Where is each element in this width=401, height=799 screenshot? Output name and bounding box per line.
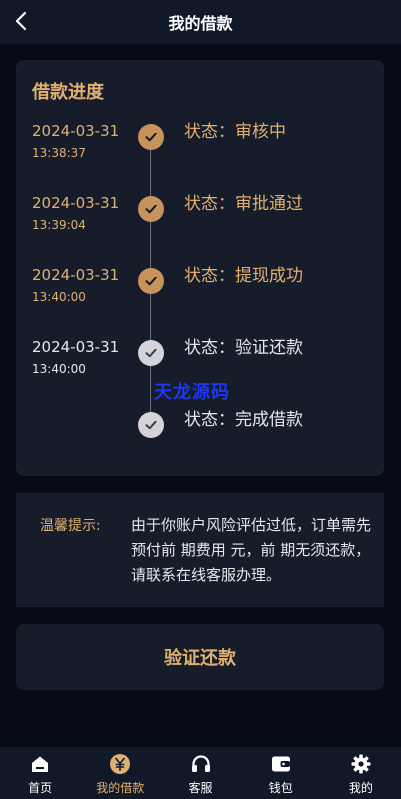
step-time: 13:40:00 — [32, 362, 86, 376]
header-bar: 我的借款 — [0, 0, 401, 44]
progress-title: 借款进度 — [32, 82, 104, 103]
home-icon — [29, 753, 51, 775]
tab-my-loan[interactable]: 我的借款 — [80, 747, 160, 799]
tab-mine[interactable]: 我的 — [321, 747, 401, 799]
step-time: 13:38:37 — [32, 146, 86, 160]
tab-label: 客服 — [188, 781, 213, 795]
step-status: 状态：提现成功 — [184, 266, 303, 286]
timeline-step: 2024-03-31 13:38:37 状态：审核中 — [16, 122, 384, 172]
check-icon — [138, 268, 164, 294]
tab-home[interactable]: 首页 — [0, 747, 80, 799]
step-date: 2024-03-31 — [32, 338, 120, 356]
headset-icon — [190, 753, 212, 775]
tab-label: 首页 — [28, 781, 53, 795]
step-status: 状态：审核中 — [184, 122, 286, 142]
notice-label: 温馨提示: — [40, 518, 101, 534]
timeline-step: 状态：完成借款 — [16, 410, 384, 460]
progress-card: 借款进度 2024-03-31 13:38:37 状态：审核中 2024-03-… — [16, 60, 384, 476]
notice-text: 由于你账户风险评估过低，订单需先预付前 期费用 元，前 期无须还款，请联系在线客… — [131, 516, 372, 584]
step-status: 状态：验证还款 — [184, 338, 303, 358]
notice-box: 温馨提示: 由于你账户风险评估过低，订单需先预付前 期费用 元，前 期无须还款，… — [16, 493, 384, 607]
step-status: 状态：审批通过 — [184, 194, 303, 214]
check-icon — [138, 196, 164, 222]
check-icon — [138, 124, 164, 150]
watermark-text: 天龙源码 — [154, 382, 230, 403]
step-status: 状态：完成借款 — [184, 410, 303, 430]
timeline-step: 2024-03-31 13:39:04 状态：审批通过 — [16, 194, 384, 244]
step-time: 13:40:00 — [32, 290, 86, 304]
timeline-step: 2024-03-31 13:40:00 状态：提现成功 — [16, 266, 384, 316]
yen-icon — [109, 753, 131, 775]
bottom-tabbar: 首页 我的借款 客服 钱包 我的 — [0, 747, 401, 799]
back-button[interactable] — [8, 8, 34, 34]
check-icon — [138, 340, 164, 366]
chevron-left-icon — [15, 11, 27, 31]
step-date: 2024-03-31 — [32, 122, 120, 140]
step-date: 2024-03-31 — [32, 194, 120, 212]
tab-label: 我的借款 — [96, 781, 145, 795]
step-time: 13:39:04 — [32, 218, 86, 232]
check-icon — [138, 412, 164, 438]
tab-label: 我的 — [348, 781, 373, 795]
gear-icon — [350, 753, 372, 775]
wallet-icon — [270, 753, 292, 775]
tab-wallet[interactable]: 钱包 — [241, 747, 321, 799]
tab-label: 钱包 — [268, 781, 293, 795]
tab-service[interactable]: 客服 — [160, 747, 240, 799]
verify-repay-button[interactable]: 验证还款 — [16, 624, 384, 690]
page-title: 我的借款 — [168, 14, 233, 33]
step-date: 2024-03-31 — [32, 266, 120, 284]
